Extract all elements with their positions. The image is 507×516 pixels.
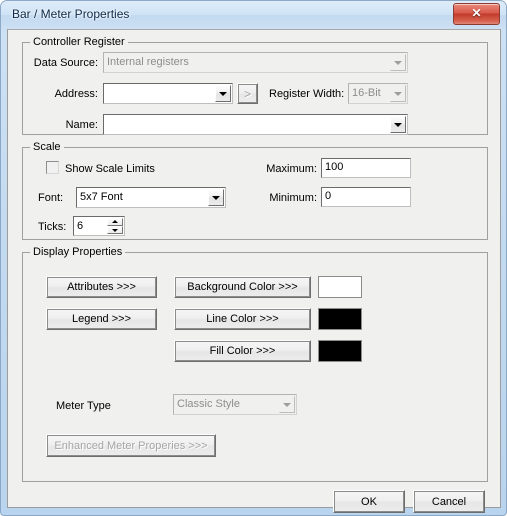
close-button[interactable]: ✕ [453,3,500,25]
line-color-swatch[interactable] [318,308,362,330]
data-source-value: Internal registers [107,56,189,68]
label-maximum: Maximum: [266,163,317,175]
legend-button-label: Legend >>> [71,313,132,325]
ticks-increment-button[interactable] [107,218,123,226]
chevron-down-icon[interactable] [390,116,406,133]
cancel-button[interactable]: Cancel [413,490,485,513]
attributes-button-label: Attributes >>> [67,281,136,293]
maximum-input[interactable]: 100 [321,158,411,178]
chevron-down-icon[interactable] [208,189,224,206]
label-register-width: Register Width: [269,88,345,100]
label-data-source: Data Source: [33,57,98,69]
chevron-down-icon[interactable] [279,396,295,413]
attributes-button[interactable]: Attributes >>> [46,276,157,298]
data-source-combo[interactable]: Internal registers [103,52,408,73]
group-title-controller-register: Controller Register [30,36,128,48]
label-ticks: Ticks: [38,221,67,233]
show-scale-limits-checkbox[interactable] [46,161,59,174]
address-browse-button[interactable]: > [237,83,258,104]
dialog-window: Bar / Meter Properties ✕ Controller Regi… [0,0,507,516]
font-combo[interactable]: 5x7 Font [76,187,226,208]
close-icon: ✕ [471,6,482,20]
label-font: Font: [38,192,64,204]
triangle-down-icon [112,229,118,232]
ticks-decrement-button[interactable] [107,226,123,234]
triangle-up-icon [112,220,118,223]
address-combo[interactable] [103,83,233,104]
background-color-button[interactable]: Background Color >>> [174,276,311,298]
title-bar[interactable]: Bar / Meter Properties ✕ [1,1,506,29]
ticks-value: 6 [77,220,84,232]
ticks-stepper[interactable]: 6 [73,216,125,236]
fill-color-swatch[interactable] [318,340,362,362]
legend-button[interactable]: Legend >>> [46,308,157,330]
fill-color-button[interactable]: Fill Color >>> [174,340,311,362]
fill-color-button-label: Fill Color >>> [209,345,276,357]
label-show-scale-limits: Show Scale Limits [65,163,155,175]
background-color-button-label: Background Color >>> [187,281,298,293]
enhanced-meter-properties-button-label: Enhanced Meter Properies >>> [54,439,208,452]
background-color-swatch[interactable] [318,276,362,298]
font-value: 5x7 Font [80,191,123,203]
enhanced-meter-properties-button[interactable]: Enhanced Meter Properies >>> [46,434,216,457]
ok-button[interactable]: OK [333,490,405,513]
meter-type-combo[interactable]: Classic Style [173,394,297,415]
ticks-spin-buttons[interactable] [107,218,123,234]
chevron-right-icon: > [243,86,251,101]
register-width-value: 16-Bit [352,87,381,99]
window-title: Bar / Meter Properties [12,7,130,21]
chevron-down-icon[interactable] [390,54,406,71]
line-color-button[interactable]: Line Color >>> [174,308,311,330]
label-minimum: Minimum: [269,192,317,204]
dialog-client-area: Controller Register Data Source: Interna… [7,29,501,513]
name-combo[interactable] [103,114,408,135]
chevron-down-icon[interactable] [215,85,231,102]
group-title-display-properties: Display Properties [30,246,126,258]
label-name: Name: [65,119,98,131]
minimum-input[interactable]: 0 [321,187,411,207]
cancel-button-label: Cancel [431,495,467,508]
label-meter-type: Meter Type [56,400,111,412]
meter-type-value: Classic Style [177,398,240,410]
register-width-combo[interactable]: 16-Bit [348,83,408,104]
chevron-down-icon[interactable] [390,85,406,102]
label-address: Address: [54,88,98,100]
line-color-button-label: Line Color >>> [206,313,279,325]
ok-button-label: OK [361,495,377,508]
group-title-scale: Scale [30,141,64,153]
